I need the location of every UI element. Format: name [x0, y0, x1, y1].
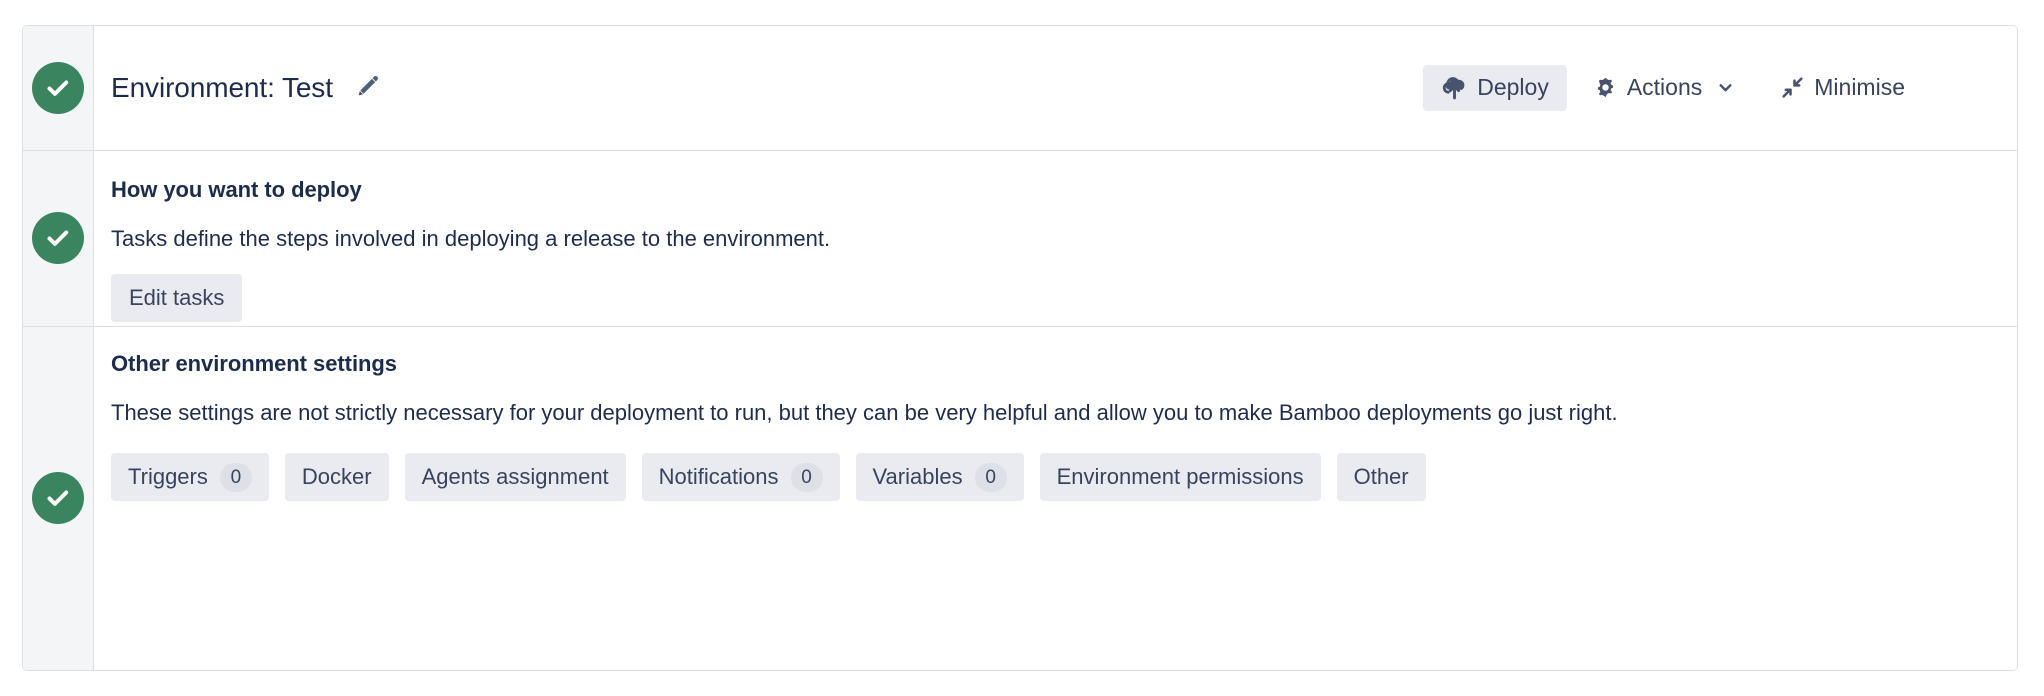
- other-settings-title: Other environment settings: [111, 350, 397, 376]
- edit-tasks-button[interactable]: Edit tasks: [111, 274, 243, 323]
- chip-docker[interactable]: Docker: [284, 453, 389, 502]
- chip-label: Notifications: [658, 464, 779, 490]
- environment-title-group: Environment: Test: [111, 72, 383, 104]
- collapse-arrows-icon: [1780, 75, 1805, 100]
- other-settings-body: Other environment settings These setting…: [94, 327, 2017, 670]
- chip-environment-permissions[interactable]: Environment permissions: [1039, 453, 1321, 502]
- other-settings-chip-row: Triggers 0 Docker Agents assignment Noti…: [111, 453, 1993, 502]
- edit-environment-name-button[interactable]: [353, 73, 383, 103]
- other-status-gutter: [23, 326, 94, 670]
- tasks-section-description: Tasks define the steps involved in deplo…: [111, 225, 831, 251]
- chip-triggers[interactable]: Triggers 0: [111, 453, 269, 502]
- chevron-down-icon: [1715, 77, 1736, 98]
- chip-label: Variables: [872, 464, 963, 490]
- page-title: Environment: Test: [111, 71, 333, 103]
- gear-icon: [1593, 75, 1618, 100]
- chip-count-badge: 0: [219, 462, 252, 492]
- chip-label: Other: [1353, 464, 1409, 490]
- check-circle-icon: [32, 212, 84, 265]
- actions-menu-label: Actions: [1626, 74, 1703, 101]
- cloud-upload-icon: [1441, 74, 1468, 101]
- header-body: Environment: Test Deploy Actions Minimis…: [94, 26, 2017, 150]
- screen: Environment: Test Deploy Actions Minimis…: [0, 0, 2044, 696]
- header-actions: Deploy Actions Minimise: [1423, 64, 1923, 111]
- chip-label: Agents assignment: [421, 464, 609, 490]
- how-you-want-to-deploy-row: How you want to deploy Tasks define the …: [23, 150, 2017, 327]
- tasks-section-title: How you want to deploy: [111, 176, 362, 202]
- chip-other[interactable]: Other: [1336, 453, 1426, 502]
- tasks-status-gutter: [23, 150, 94, 326]
- environment-card: Environment: Test Deploy Actions Minimis…: [22, 25, 2018, 671]
- environment-header-row: Environment: Test Deploy Actions Minimis…: [23, 26, 2017, 151]
- chip-label: Triggers: [128, 464, 208, 490]
- chip-count-badge: 0: [974, 462, 1007, 492]
- chip-count-badge: 0: [790, 462, 823, 492]
- chip-agents-assignment[interactable]: Agents assignment: [404, 453, 626, 502]
- chip-label: Environment permissions: [1056, 464, 1304, 490]
- deploy-button[interactable]: Deploy: [1423, 64, 1567, 111]
- chip-label: Docker: [301, 464, 372, 490]
- other-settings-description: These settings are not strictly necessar…: [111, 399, 1618, 425]
- check-circle-icon: [32, 61, 84, 114]
- minimise-button-label: Minimise: [1814, 74, 1905, 101]
- deploy-button-label: Deploy: [1477, 74, 1549, 101]
- check-circle-icon: [32, 472, 84, 525]
- chip-variables[interactable]: Variables 0: [855, 453, 1024, 502]
- minimise-button[interactable]: Minimise: [1762, 65, 1923, 111]
- tasks-body: How you want to deploy Tasks define the …: [94, 151, 2017, 326]
- other-environment-settings-row: Other environment settings These setting…: [23, 326, 2017, 670]
- header-status-gutter: [23, 26, 94, 150]
- pencil-icon: [355, 73, 381, 102]
- actions-menu-button[interactable]: Actions: [1575, 65, 1754, 111]
- chip-notifications[interactable]: Notifications 0: [641, 453, 840, 502]
